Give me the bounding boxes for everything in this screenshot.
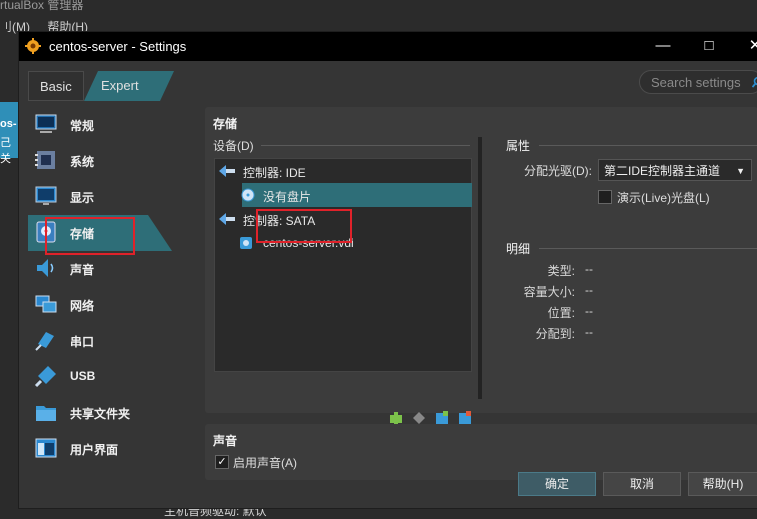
- sidebar-item-label: 显示: [70, 189, 94, 206]
- window-title: centos-server - Settings: [49, 39, 186, 54]
- title-bar[interactable]: centos-server - Settings — □ ✕: [19, 32, 757, 61]
- info-value: --: [585, 304, 593, 318]
- sidebar-item-serial-ports[interactable]: 串口: [28, 324, 178, 358]
- help-button[interactable]: 帮助(H): [688, 472, 757, 496]
- info-value: --: [585, 283, 593, 297]
- remove-controller-icon[interactable]: [412, 411, 426, 425]
- ui-icon: [34, 436, 58, 460]
- controller-icon: [219, 165, 235, 177]
- sidebar-item-user-interface[interactable]: 用户界面: [28, 432, 178, 466]
- speaker-icon: [34, 256, 58, 280]
- sidebar-item-network[interactable]: 网络: [28, 288, 178, 322]
- network-icon: [34, 292, 58, 316]
- monitor-icon: [34, 112, 58, 136]
- display-icon: [34, 184, 58, 208]
- background-vm-state: 己关: [0, 134, 19, 166]
- info-key: 分配到:: [495, 325, 575, 342]
- minimize-button[interactable]: —: [652, 36, 674, 56]
- search-input[interactable]: Search settings: [639, 70, 757, 94]
- usb-icon: [34, 364, 58, 388]
- sidebar-item-label: USB: [70, 369, 95, 383]
- enable-audio-label: 启用声音(A): [233, 454, 297, 471]
- sidebar-item-usb[interactable]: USB: [28, 360, 178, 394]
- cd-icon: [241, 188, 255, 202]
- serial-port-icon: [34, 328, 58, 352]
- info-value: --: [585, 325, 593, 339]
- sidebar-item-label: 共享文件夹: [70, 405, 130, 422]
- sidebar-item-general[interactable]: 常规: [28, 108, 178, 142]
- devices-label: 设备(D): [213, 137, 254, 154]
- sidebar-item-label: 声音: [70, 261, 94, 278]
- tab-basic[interactable]: Basic: [28, 71, 84, 101]
- info-value: --: [585, 262, 593, 276]
- sidebar-item-system[interactable]: 系统: [28, 144, 178, 178]
- hard-disk-icon: [239, 236, 253, 250]
- background-vm-name: os-: [0, 118, 17, 130]
- sidebar-item-audio[interactable]: 声音: [28, 252, 178, 286]
- background-app-title: rtualBox 管理器: [0, 0, 83, 13]
- sidebar-item-shared-folders[interactable]: 共享文件夹: [28, 396, 178, 430]
- maximize-button[interactable]: □: [698, 36, 720, 56]
- cancel-button[interactable]: 取消: [603, 472, 681, 496]
- remove-attachment-icon[interactable]: [458, 411, 472, 425]
- attributes-title: 属性: [506, 137, 530, 154]
- optical-drive-select[interactable]: 第二IDE控制器主通道 ▼: [598, 159, 752, 181]
- info-key: 容量大小:: [495, 283, 575, 300]
- sidebar-item-label: 系统: [70, 153, 94, 170]
- live-cd-label: 演示(Live)光盘(L): [617, 189, 710, 206]
- storage-device-tree[interactable]: 控制器: IDE 没有盘片 控制器: SATA centos-server.vd…: [214, 158, 472, 372]
- tab-expert[interactable]: Expert: [84, 71, 174, 101]
- ok-button[interactable]: 确定: [518, 472, 596, 496]
- sidebar-item-label: 网络: [70, 297, 94, 314]
- divider: [539, 145, 757, 146]
- chip-icon: [34, 148, 58, 172]
- settings-dialog: centos-server - Settings — □ ✕ Basic Exp…: [18, 31, 757, 509]
- enable-audio-checkbox[interactable]: ✓: [215, 455, 229, 469]
- gear-icon: [25, 38, 41, 54]
- divider: [539, 248, 757, 249]
- sidebar-item-label: 串口: [70, 333, 94, 350]
- sidebar-item-display[interactable]: 显示: [28, 180, 178, 214]
- close-button[interactable]: ✕: [744, 36, 757, 56]
- folder-icon: [34, 400, 58, 424]
- sidebar-item-label: 用户界面: [70, 441, 118, 458]
- chevron-down-icon: ▼: [736, 160, 745, 182]
- add-controller-icon[interactable]: [389, 411, 403, 425]
- info-key: 位置:: [495, 304, 575, 321]
- splitter-handle[interactable]: [478, 137, 482, 399]
- live-cd-checkbox[interactable]: [598, 190, 612, 204]
- dialog-button-bar: 确定 取消 帮助(H): [19, 480, 757, 508]
- storage-panel: 存储 设备(D) 控制器: IDE 没有盘片 控制器: SATA centos-…: [205, 107, 757, 413]
- optical-drive-label: 分配光驱(D):: [524, 162, 592, 179]
- info-title: 明细: [506, 240, 530, 257]
- sidebar-item-label: 常规: [70, 117, 94, 134]
- divider: [261, 145, 470, 146]
- add-attachment-icon[interactable]: [435, 411, 449, 425]
- search-icon[interactable]: [752, 76, 757, 88]
- tree-controller-ide[interactable]: 控制器: IDE: [243, 164, 306, 181]
- section-title: 声音: [213, 432, 237, 449]
- optical-drive-value: 第二IDE控制器主通道: [604, 164, 720, 178]
- annotation-highlight-box: [256, 209, 352, 243]
- info-key: 类型:: [495, 262, 575, 279]
- mode-tabs: Basic Expert: [28, 71, 182, 101]
- controller-icon: [219, 213, 235, 225]
- annotation-highlight-box: [45, 217, 135, 255]
- section-title: 存储: [213, 115, 237, 132]
- tree-ide-disc[interactable]: 没有盘片: [263, 188, 311, 205]
- background-vm-entry[interactable]: os- 己关: [0, 102, 19, 158]
